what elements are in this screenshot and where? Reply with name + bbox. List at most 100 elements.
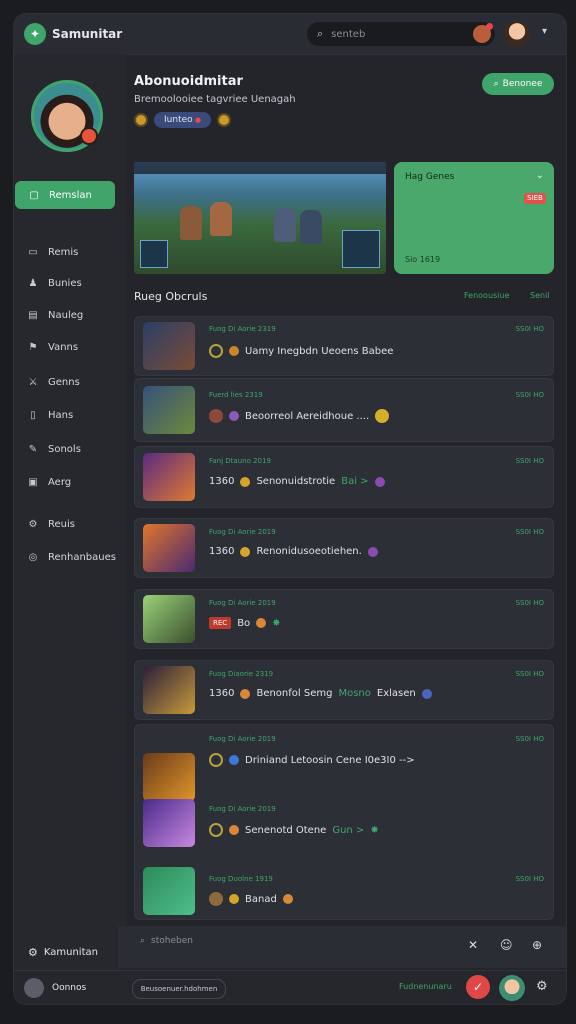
bottom-pill[interactable]: Beusoenuer.hdohmen: [132, 979, 226, 999]
list-item[interactable]: Fuog Di Aorie 2019 SS0I HO 1360 Renonidu…: [134, 518, 554, 578]
item-right: SS0I HO: [515, 735, 544, 743]
close-icon[interactable]: ✕: [468, 938, 478, 952]
sidebar-item-label: Aerg: [48, 476, 72, 488]
coin-icon: [229, 346, 239, 356]
sidebar-item-9[interactable]: ◎ Renhanbaues: [14, 544, 126, 570]
chat-placeholder: stoheben: [151, 936, 193, 946]
gem-icon: [421, 688, 432, 699]
sidebar-item-label: Nauleg: [48, 309, 84, 321]
item-right: SS0I HO: [515, 457, 544, 465]
item-right: SS0I HO: [515, 325, 544, 333]
check-icon[interactable]: ✓: [466, 975, 490, 999]
chevron-down-icon[interactable]: ⌄: [536, 170, 544, 181]
item-text: Banad: [245, 893, 277, 905]
sidebar-item-4[interactable]: ⚔ Genns: [14, 369, 126, 395]
sidebar: ▢ Remslan ▭ Remis ♟ Bunies ▤ Nauleg ⚑ Va…: [14, 54, 126, 932]
item-meta: Fuog Di Aorie 2019: [209, 599, 276, 607]
character-figure: [274, 208, 296, 242]
sidebar-item-7[interactable]: ▣ Aerg: [14, 469, 126, 495]
sidebar-item-3[interactable]: ⚑ Vanns: [14, 334, 126, 360]
sidebar-item-active[interactable]: ▢ Remslan: [15, 181, 115, 209]
status-chip[interactable]: Iunteo: [154, 112, 211, 128]
star-icon: ✸: [370, 824, 379, 836]
globe-icon: ◎: [28, 551, 38, 563]
game-thumbnail: [143, 799, 195, 847]
item-highlight[interactable]: Mosno: [338, 688, 370, 699]
sidebar-item-5[interactable]: ▯ Hans: [14, 402, 126, 428]
item-count: 1360: [209, 688, 235, 699]
list-item[interactable]: Fuog Di Aorie 2319 SS0I HO Uamy Inegbdn …: [134, 316, 554, 376]
list-item[interactable]: Fuerd lies 2319 SS0I HO Beoorreol Aereid…: [134, 378, 554, 442]
profile-chips: Iunteo: [134, 112, 231, 128]
user-icon: ♟: [28, 277, 38, 289]
rank-icon: [209, 344, 223, 358]
chat-icon: ▢: [29, 189, 39, 201]
search-icon: ⌕: [317, 27, 324, 40]
item-count: 1360: [209, 476, 235, 487]
game-thumbnail: [143, 322, 195, 370]
chevron-down-icon[interactable]: ▾: [542, 26, 547, 37]
character-figure: [180, 206, 202, 240]
sidebar-bottom-item[interactable]: ⚙ Kamunitan: [14, 932, 126, 972]
promo-tag: SIEB: [524, 193, 546, 204]
item-right: SS0I HO: [515, 528, 544, 536]
item-right: SS0I HO: [515, 391, 544, 399]
list-group: Fuog Di Aorie 2019 SS0I HO Driniand Leto…: [134, 724, 554, 920]
item-line[interactable]: Driniand Letoosin Cene I0e3I0 -->: [209, 753, 415, 767]
list-item[interactable]: Fanj Dtauno 2019 SS0I HO 1360 Senonuidst…: [134, 446, 554, 508]
item-text: Senenotd Otene: [245, 824, 327, 836]
item-text: Senonuidstrotie: [256, 476, 336, 487]
coin-icon: [216, 113, 231, 127]
sidebar-item-6[interactable]: ✎ Sonols: [14, 436, 126, 462]
chat-input[interactable]: ⌕ stoheben: [140, 936, 193, 946]
coin-icon: [229, 825, 239, 835]
section-link-a[interactable]: Fenoousiue: [464, 291, 509, 300]
coin-icon: [229, 894, 239, 904]
cookie-icon: [282, 894, 293, 904]
sidebar-item-label: Remslan: [49, 189, 92, 201]
item-meta: Fuog Diaorie 2319: [209, 670, 274, 678]
section-title: Rueg Obcruls: [134, 290, 208, 303]
bottom-user[interactable]: Oonnos: [24, 978, 86, 998]
brand[interactable]: ✦ Samunitar: [24, 23, 122, 45]
lock-icon: ▣: [28, 476, 38, 488]
emoji-icon[interactable]: ☺: [500, 938, 513, 952]
gem-icon: [229, 411, 239, 421]
sidebar-item-8[interactable]: ⚙ Reuis: [14, 511, 126, 537]
promo-card[interactable]: Hag Genes ⌄ SIEB Sio 1619: [394, 162, 554, 274]
user-avatar[interactable]: [504, 21, 530, 47]
character-figure: [300, 210, 322, 244]
header-action-button[interactable]: ⌕ Benonee: [482, 73, 554, 95]
header-button-label: Benonee: [502, 79, 543, 89]
sidebar-bottom-label: Kamunitan: [43, 946, 98, 958]
sidebar-item-0[interactable]: ▭ Remis: [14, 239, 126, 265]
item-right: SS0I HO: [515, 599, 544, 607]
sidebar-item-label: Bunies: [48, 277, 82, 289]
bottom-link[interactable]: Fudnenunaru: [399, 982, 452, 991]
ability-icon: [140, 240, 168, 268]
item-highlight[interactable]: Gun >: [332, 825, 364, 836]
item-count: 1360: [209, 546, 235, 557]
bottom-user-name: Oonnos: [52, 983, 87, 993]
item-line[interactable]: Senenotd Otene Gun > ✸: [209, 823, 379, 837]
game-screenshot[interactable]: [134, 162, 386, 274]
top-search-input[interactable]: ⌕ senteb: [307, 22, 495, 46]
promo-title: Hag Genes: [405, 172, 455, 182]
avatar[interactable]: [499, 975, 525, 1001]
flag-icon: ⚑: [28, 341, 38, 353]
settings-icon[interactable]: ⚙: [536, 979, 548, 994]
section-link-b[interactable]: Senil: [530, 291, 550, 300]
grid-icon[interactable]: ⊕: [532, 938, 542, 952]
list-item[interactable]: Fuog Diaorie 2319 SS0I HO 1360 Benonfol …: [134, 660, 554, 720]
game-thumbnail: [143, 867, 195, 915]
profile-avatar[interactable]: [31, 80, 103, 152]
sidebar-item-2[interactable]: ▤ Nauleg: [14, 302, 126, 328]
item-line[interactable]: Banad: [209, 892, 293, 906]
coin-icon: [240, 476, 251, 487]
promo-footer: Sio 1619: [405, 255, 441, 264]
sidebar-item-label: Remis: [48, 246, 79, 258]
search-icon: ⌕: [493, 79, 499, 89]
item-highlight[interactable]: Bai >: [341, 476, 368, 487]
list-item[interactable]: Fuog Di Aorie 2019 SS0I HO REC Bo ✸: [134, 589, 554, 649]
sidebar-item-1[interactable]: ♟ Bunies: [14, 270, 126, 296]
